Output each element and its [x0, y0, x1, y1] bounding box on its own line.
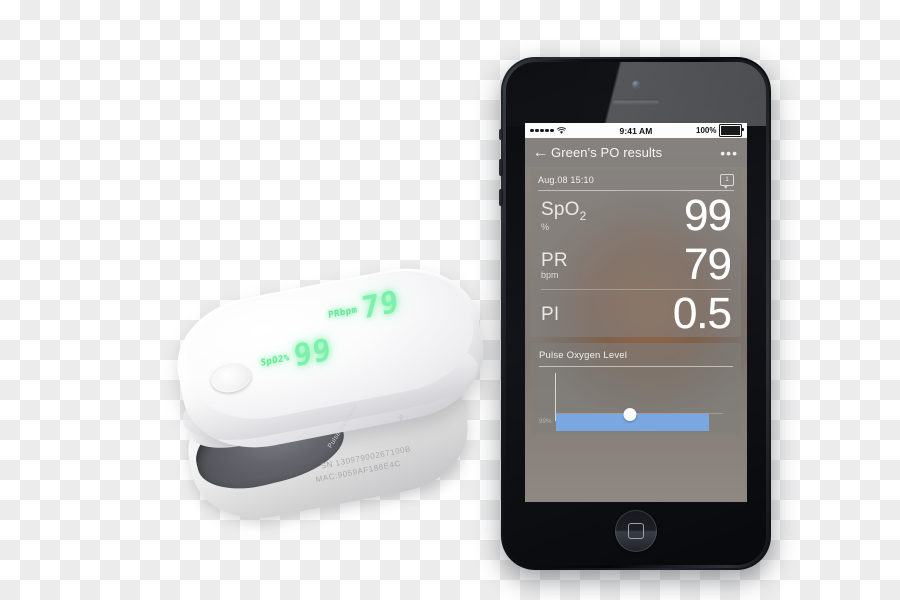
earpiece-speaker — [613, 99, 659, 105]
chart-card: Pulse Oxygen Level 99% — [531, 343, 741, 435]
led-spo2-row: SpO2% 99 — [259, 332, 333, 381]
measurement-timestamp: Aug.08 15:10 — [538, 175, 594, 185]
metric-value-spo2: 99 — [684, 190, 732, 240]
metric-label-group: PR bpm — [541, 251, 568, 280]
phone-screen: 9:41 AM 100% ← Green's PO results ••• Au… — [525, 123, 747, 502]
metric-row-pr: PR bpm 79 — [531, 240, 741, 289]
metric-row-spo2: SpO2 % 99 — [531, 191, 741, 240]
bluetooth-glyph — [397, 414, 405, 425]
metric-value-pi: 0.5 — [672, 288, 732, 338]
home-square-icon — [628, 523, 644, 539]
metric-name-pi: PI — [541, 303, 560, 325]
metric-value-pr: 79 — [684, 239, 732, 289]
status-bar: 9:41 AM 100% — [525, 123, 747, 138]
front-camera-icon — [632, 81, 640, 88]
volume-up-button[interactable] — [499, 159, 503, 176]
results-card: Aug.08 15:10 1 SpO2 % 99 PR bpm 79 PI 0.… — [531, 169, 741, 337]
metric-unit-spo2: % — [541, 221, 550, 232]
chart-title-divider — [539, 366, 733, 367]
metric-subscript: 2 — [579, 208, 587, 223]
metric-row-pi: PI 0.5 — [531, 290, 741, 337]
status-bar-right: 100% — [696, 124, 744, 137]
results-card-header: Aug.08 15:10 1 — [531, 169, 741, 190]
led-pr-value: 79 — [360, 284, 401, 327]
volume-down-button[interactable] — [499, 189, 503, 206]
metric-unit-pr: bpm — [541, 269, 559, 280]
silent-switch[interactable] — [499, 129, 503, 140]
home-button[interactable] — [615, 510, 657, 552]
note-bubble-icon[interactable]: 1 — [720, 174, 734, 189]
chart-plot-area[interactable]: 99% — [539, 373, 733, 431]
metric-name-spo2: SpO2 — [541, 199, 587, 223]
chart-point-marker[interactable] — [623, 408, 637, 421]
led-spo2-value: 99 — [292, 331, 334, 375]
led-pr-label: PRbpm — [327, 304, 358, 321]
page-title: Green's PO results — [551, 145, 663, 160]
metric-label-group: PI — [541, 305, 559, 324]
chart-y-tick-label: 99% — [539, 419, 552, 425]
metric-name-pr: PR — [541, 249, 568, 271]
battery-percent-label: 100% — [696, 126, 717, 135]
battery-icon — [719, 124, 744, 137]
app-content: ← Green's PO results ••• Aug.08 15:10 1 … — [525, 138, 747, 502]
screenshot-canvas: PRbpm 79 SpO2% 99 Pulse Oximeter SN 1309… — [0, 0, 900, 600]
led-spo2-label: SpO2% — [260, 352, 291, 369]
smartphone: 9:41 AM 100% ← Green's PO results ••• Au… — [499, 57, 771, 570]
pulse-oximeter-device: PRbpm 79 SpO2% 99 Pulse Oximeter SN 1309… — [166, 255, 500, 531]
more-options-icon[interactable]: ••• — [720, 145, 740, 161]
metric-label-group: SpO2 % — [541, 200, 587, 232]
app-nav-bar: ← Green's PO results ••• — [525, 138, 747, 167]
chart-title: Pulse Oxygen Level — [539, 350, 628, 361]
back-arrow-icon[interactable]: ← — [532, 144, 549, 161]
